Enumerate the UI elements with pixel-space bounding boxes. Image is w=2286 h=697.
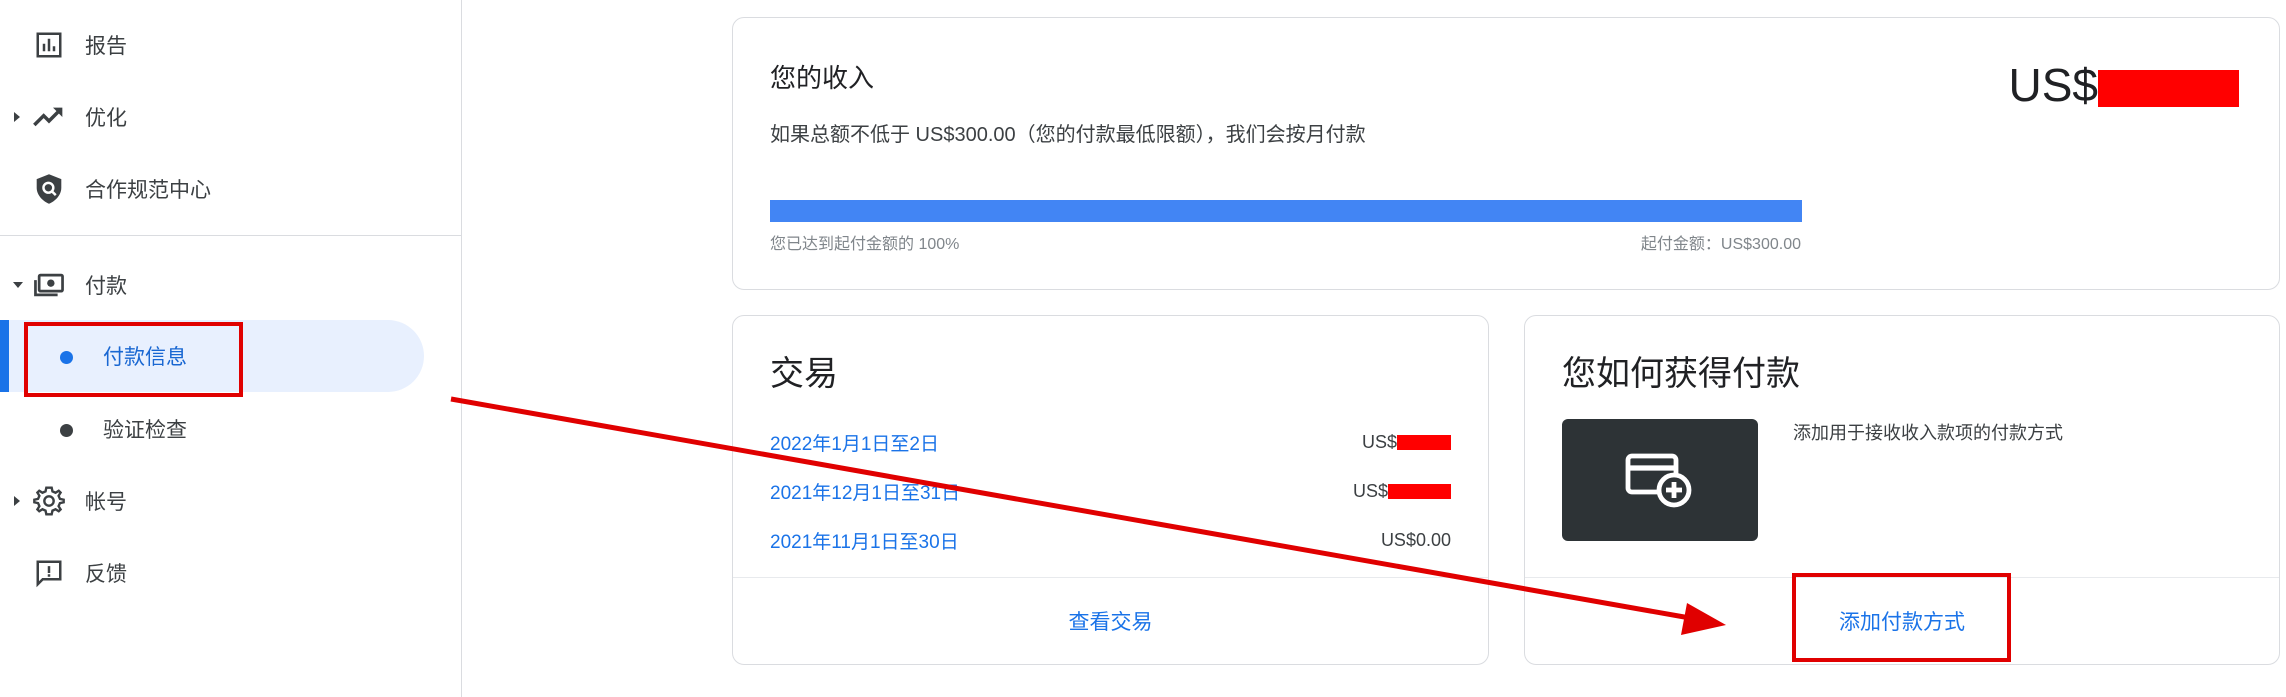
- progress-fill: [770, 200, 1802, 222]
- earnings-amount: US$: [2009, 58, 2239, 112]
- redaction-mark: [1397, 434, 1451, 450]
- transaction-period-link[interactable]: 2021年12月1日至31日: [770, 478, 960, 505]
- sidebar-item-payments[interactable]: 付款: [0, 249, 461, 321]
- transaction-period-link[interactable]: 2021年11月1日至30日: [770, 527, 959, 554]
- table-row: 2021年11月1日至30日 US$0.00: [770, 516, 1451, 564]
- sidebar-item-label: 验证检查: [103, 419, 187, 442]
- trending-up-icon: [32, 100, 66, 134]
- sidebar-item-label: 反馈: [85, 563, 127, 586]
- progress-reached-label: 您已达到起付金额的 100%: [770, 236, 960, 253]
- sidebar-item-label: 付款: [85, 275, 127, 298]
- earnings-description: 如果总额不低于 US$300.00（您的付款最低限额），我们会按月付款: [770, 124, 1366, 146]
- earnings-title: 您的收入: [770, 63, 875, 93]
- earnings-card: 您的收入 如果总额不低于 US$300.00（您的付款最低限额），我们会按月付款…: [732, 17, 2280, 290]
- feedback-icon: [32, 556, 66, 590]
- threshold-label: 起付金额：US$300.00: [1640, 236, 1801, 253]
- redaction-mark: [1388, 483, 1451, 499]
- collapse-arrow-icon[interactable]: [13, 282, 23, 288]
- table-row: 2022年1月1日至2日 US$: [770, 418, 1451, 466]
- transaction-amount: US$: [1362, 432, 1451, 453]
- policy-shield-icon: [32, 172, 66, 206]
- payment-threshold-progress: [770, 200, 1802, 222]
- view-transactions-link[interactable]: 查看交易: [1069, 606, 1153, 636]
- currency-prefix: US$: [2008, 59, 2098, 111]
- gear-icon: [32, 484, 66, 518]
- currency-prefix: US$: [1361, 431, 1397, 452]
- payment-method-description: 添加用于接收收入款项的付款方式: [1793, 423, 2063, 443]
- sidebar-item-reports[interactable]: 报告: [0, 9, 461, 81]
- annotation-highlight-payment-info: [24, 322, 243, 397]
- table-row: 2021年12月1日至31日 US$: [770, 467, 1451, 515]
- report-bar-chart-icon: [32, 28, 66, 62]
- payments-money-icon: [32, 268, 66, 302]
- expand-arrow-icon[interactable]: [14, 112, 20, 122]
- sidebar-item-policy-center[interactable]: 合作规范中心: [0, 153, 461, 225]
- add-card-icon: [1625, 453, 1692, 508]
- sidebar-item-label: 帐号: [85, 491, 127, 514]
- transaction-amount: US$: [1353, 481, 1451, 502]
- transaction-period-link[interactable]: 2022年1月1日至2日: [770, 429, 939, 456]
- bullet-icon: [60, 424, 73, 437]
- transactions-card: 交易 2022年1月1日至2日 US$ 2021年12月1日至31日 US$ 2…: [732, 315, 1489, 665]
- add-card-tile[interactable]: [1562, 419, 1758, 541]
- sidebar-item-feedback[interactable]: 反馈: [0, 537, 461, 609]
- sidebar-item-label: 报告: [85, 35, 127, 58]
- redaction-mark: [2098, 69, 2239, 107]
- transactions-title: 交易: [770, 355, 838, 393]
- expand-arrow-icon[interactable]: [14, 496, 20, 506]
- sidebar-item-account[interactable]: 帐号: [0, 465, 461, 537]
- sidebar-item-label: 合作规范中心: [85, 179, 211, 202]
- sidebar-item-optimization[interactable]: 优化: [0, 81, 461, 153]
- transaction-amount: US$0.00: [1380, 529, 1451, 550]
- payment-method-title: 您如何获得付款: [1562, 355, 1800, 393]
- transactions-footer: 查看交易: [733, 577, 1488, 664]
- sidebar-item-label: 优化: [85, 107, 127, 130]
- sidebar-divider: [0, 235, 461, 236]
- sidebar-item-verification[interactable]: 验证检查: [0, 393, 461, 465]
- active-indicator: [0, 320, 9, 392]
- annotation-highlight-add-payment: [1792, 573, 2011, 662]
- currency-prefix: US$: [1352, 480, 1388, 501]
